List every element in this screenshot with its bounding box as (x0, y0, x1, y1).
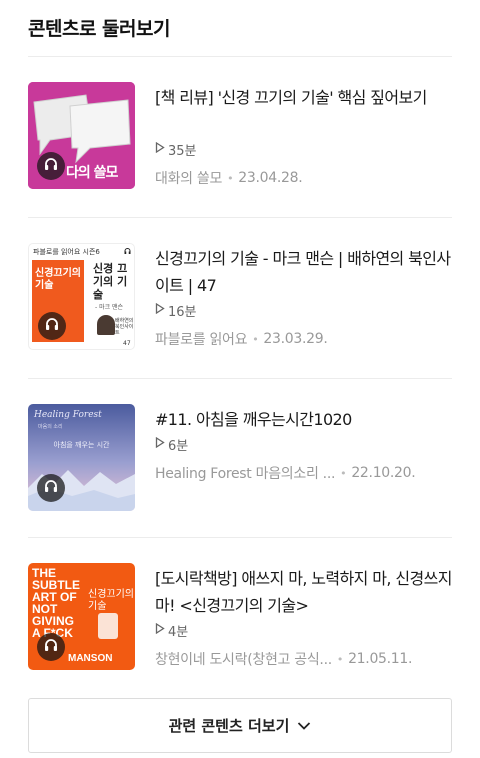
separator-dot: • (340, 466, 347, 480)
content-item-4[interactable]: THE SUBTLE ART OF NOT GIVING A F*CK 신경끄기… (28, 563, 452, 673)
host-photo (97, 315, 115, 335)
thumbnail-subtitle: 마음의 소리 (38, 424, 63, 430)
duration: 4분 (155, 621, 188, 640)
thumbnail[interactable]: 파블로를 읽어요 시즌6 신경끄기의 기술 신경 끄기의 기술 - 마크 맨슨 … (28, 243, 135, 350)
thumbnail[interactable]: THE SUBTLE ART OF NOT GIVING A F*CK 신경끄기… (28, 563, 135, 670)
headphones-icon (123, 247, 132, 255)
item-title[interactable]: 신경끄기의 기술 - 마크 맨슨 | 배하연의 북인사이트 | 47 (155, 245, 452, 299)
more-related-content-button[interactable]: 관련 콘텐츠 더보기 (28, 698, 452, 753)
content-item-1[interactable]: 다의 쓸모 [책 리뷰] '신경 끄기의 기술' 핵심 짚어보기 35분 대화의… (28, 82, 452, 192)
duration-text: 4분 (168, 625, 189, 640)
duration: 35분 (155, 140, 197, 159)
divider (28, 378, 452, 379)
thumbnail-episode-number: 47 (123, 340, 131, 347)
source-name[interactable]: 대화의 쓸모 (155, 168, 222, 188)
source-name[interactable]: 창현이네 도시락(창현고 공식... (155, 649, 332, 669)
content-browse-panel: 콘텐츠로 둘러보기 다의 쓸모 [책 리뷰] '신경 끄기의 기술' 핵심 짚어… (0, 0, 480, 758)
publish-date: 21.05.11. (348, 651, 413, 667)
source-name[interactable]: Healing Forest 마음의소리 ... (155, 463, 335, 483)
headphones-icon (43, 637, 59, 657)
source-line: Healing Forest 마음의소리 ... • 22.10.20. (155, 463, 452, 483)
audio-play-button[interactable] (38, 312, 66, 340)
book-cover-author: MANSON (68, 653, 113, 664)
source-line: 대화의 쓸모 • 23.04.28. (155, 168, 452, 188)
separator-dot: • (227, 171, 234, 185)
headphones-icon (43, 156, 59, 176)
thumbnail-author: - 마크 맨슨 (95, 304, 124, 311)
separator-dot: • (336, 652, 344, 666)
duration-text: 35분 (168, 144, 197, 159)
book-cover-text: 신경끄기의 기술 (35, 268, 81, 291)
cover-illustration (98, 613, 118, 639)
headphones-icon (43, 478, 59, 498)
audio-play-button[interactable] (37, 633, 65, 661)
book-cover-korean-title: 신경끄기의 기술 (88, 589, 134, 612)
source-line: 창현이네 도시락(창현고 공식... • 21.05.11. (155, 649, 452, 669)
thumbnail-header: 파블로를 읽어요 시즌6 (29, 244, 134, 258)
separator-dot: • (252, 332, 259, 346)
divider (28, 56, 452, 57)
thumbnail-header-text: 파블로를 읽어요 시즌6 (33, 248, 100, 256)
divider (28, 537, 452, 538)
section-title: 콘텐츠로 둘러보기 (28, 18, 170, 40)
divider (28, 217, 452, 218)
publish-date: 22.10.20. (351, 465, 416, 481)
play-triangle-icon (155, 141, 165, 157)
headphones-icon (44, 316, 60, 336)
item-title[interactable]: [책 리뷰] '신경 끄기의 기술' 핵심 짚어보기 (155, 84, 452, 111)
thumbnail[interactable]: Healing Forest 마음의 소리 아침을 깨우는 시간 (28, 404, 135, 511)
audio-play-button[interactable] (37, 474, 65, 502)
source-line: 파블로를 읽어요 • 23.03.29. (155, 329, 452, 349)
thumbnail-title: 신경 끄기의 기술 (93, 262, 128, 301)
thumbnail-caption: 아침을 깨우는 시간 (53, 441, 110, 449)
thumbnail-text: 다의 쓸모 (66, 165, 118, 181)
publish-date: 23.04.28. (238, 170, 303, 186)
audio-play-button[interactable] (37, 152, 65, 180)
source-name[interactable]: 파블로를 읽어요 (155, 329, 248, 349)
content-item-3[interactable]: Healing Forest 마음의 소리 아침을 깨우는 시간 #11. 아침… (28, 404, 452, 514)
chevron-down-icon (297, 717, 311, 735)
book-cover-title: THE SUBTLE ART OF NOT GIVING A F*CK (32, 567, 94, 639)
play-triangle-icon (155, 622, 165, 638)
content-item-2[interactable]: 파블로를 읽어요 시즌6 신경끄기의 기술 신경 끄기의 기술 - 마크 맨슨 … (28, 243, 452, 353)
duration-text: 16분 (168, 305, 197, 320)
thumbnail-brand: Healing Forest (34, 410, 102, 420)
item-title[interactable]: [도시락책방] 애쓰지 마, 노력하지 마, 신경쓰지 마! <신경끄기의 기술… (155, 565, 452, 619)
duration: 16분 (155, 301, 197, 320)
play-triangle-icon (155, 302, 165, 318)
publish-date: 23.03.29. (263, 331, 328, 347)
duration: 6분 (155, 435, 188, 454)
item-title[interactable]: #11. 아침을 깨우는시간1020 (155, 406, 452, 433)
play-triangle-icon (155, 436, 165, 452)
thumbnail-caption: 배하연의 북인사이트 (115, 318, 134, 336)
duration-text: 6분 (168, 439, 189, 454)
thumbnail[interactable]: 다의 쓸모 (28, 82, 135, 189)
more-button-label: 관련 콘텐츠 더보기 (168, 717, 290, 735)
